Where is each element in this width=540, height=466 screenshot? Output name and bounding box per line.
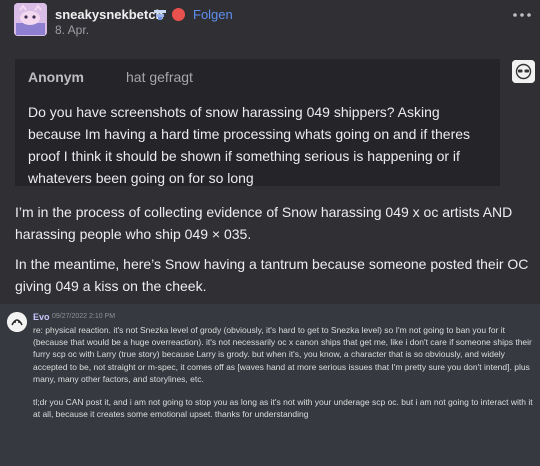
post-header: sneakysnekbetch Folgen 8. Apr. [0,0,540,46]
post-paragraph: In the meantime, here’s Snow having a ta… [15,256,529,294]
badge-icon [154,10,166,20]
asker-name: Anonym [28,69,84,85]
anonymous-avatar-icon [512,60,535,83]
embed-avatar [7,312,27,332]
embedded-screenshot: Evo 09/27/2022 2:10 PM re: physical reac… [0,304,540,466]
asker-verb: hat gefragt [126,69,193,85]
post-date[interactable]: 8. Apr. [55,23,89,37]
embed-timestamp: 09/27/2022 2:10 PM [52,313,116,320]
embed-username: Evo [33,312,50,322]
post-paragraph: I’m in the process of collecting evidenc… [15,204,513,242]
ask-box: Anonym hat gefragt Do you have screensho… [15,59,500,186]
blog-username[interactable]: sneakysnekbetch [55,7,163,22]
embed-message: tl;dr you CAN post it, and i am not goin… [33,397,533,420]
badge-icon [172,8,185,21]
ask-question: Do you have screenshots of snow harassin… [28,104,471,186]
embed-message: re: physical reaction. it's not Snezka l… [33,325,532,384]
more-horizontal-icon[interactable] [512,10,532,20]
blog-avatar[interactable] [14,3,47,36]
follow-button[interactable]: Folgen [193,7,233,22]
